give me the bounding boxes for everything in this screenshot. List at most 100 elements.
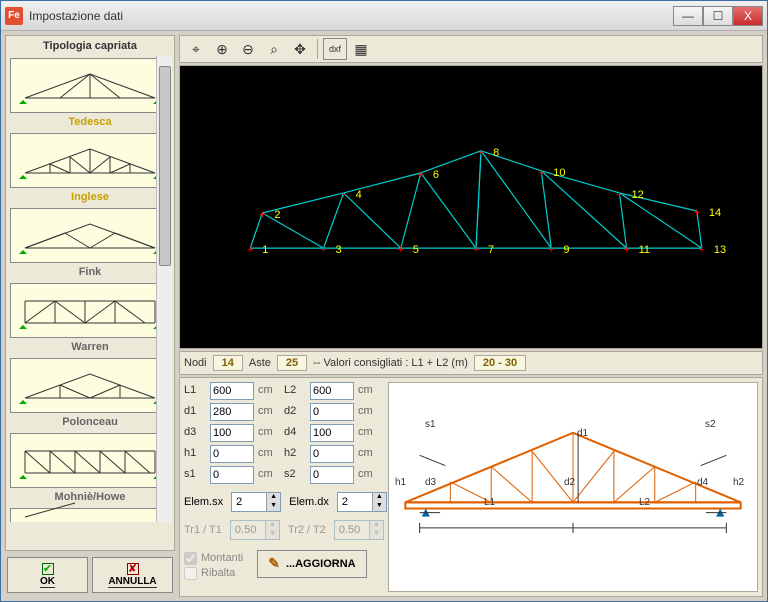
input-d4[interactable] bbox=[310, 424, 354, 442]
montanti-check: Montanti bbox=[184, 552, 243, 565]
svg-text:5: 5 bbox=[413, 244, 419, 256]
pan-icon[interactable]: ✥ bbox=[288, 38, 312, 60]
input-d3[interactable] bbox=[210, 424, 254, 442]
app-icon: Fe bbox=[5, 7, 23, 25]
svg-text:+: + bbox=[259, 209, 265, 221]
label-d2: d2 bbox=[284, 403, 306, 421]
truss-svg: +1+2+3+4+5+6+7+8+9+10+11+12+13+14 bbox=[180, 66, 762, 348]
svg-text:+: + bbox=[699, 244, 705, 256]
maximize-button[interactable]: ☐ bbox=[703, 6, 733, 26]
input-h2[interactable] bbox=[310, 445, 354, 463]
svg-text:14: 14 bbox=[709, 207, 721, 219]
svg-text:+: + bbox=[340, 189, 346, 201]
svg-text:9: 9 bbox=[563, 244, 569, 256]
left-panel-title: Tipologia capriata bbox=[8, 38, 172, 56]
svg-text:6: 6 bbox=[433, 169, 439, 181]
diag-s2: s2 bbox=[705, 419, 716, 430]
svg-text:+: + bbox=[418, 169, 424, 181]
unit-d4: cm bbox=[358, 424, 380, 442]
unit-d3: cm bbox=[258, 424, 280, 442]
tr1-spin: ▲▼ bbox=[230, 520, 280, 540]
svg-text:+: + bbox=[548, 244, 554, 256]
unit-L2: cm bbox=[358, 382, 380, 400]
diag-d3: d3 bbox=[425, 477, 436, 488]
zoom-out-icon[interactable]: ⊖ bbox=[236, 38, 260, 60]
svg-text:12: 12 bbox=[632, 189, 644, 201]
unit-s2: cm bbox=[358, 466, 380, 484]
label-L2: L2 bbox=[284, 382, 306, 400]
truss-caption: Polonceau bbox=[8, 415, 172, 431]
info-bar: Nodi 14 Aste 25 -- Valori consigliati : … bbox=[179, 351, 763, 375]
update-button[interactable]: ✎ ...AGGIORNA bbox=[257, 550, 366, 578]
svg-text:13: 13 bbox=[714, 244, 726, 256]
diag-d1: d1 bbox=[577, 428, 588, 439]
svg-text:+: + bbox=[616, 189, 622, 201]
truss-type-tedesca[interactable] bbox=[10, 58, 170, 113]
diag-d4: d4 bbox=[697, 477, 708, 488]
truss-type-inglese[interactable] bbox=[10, 133, 170, 188]
svg-text:10: 10 bbox=[553, 167, 565, 179]
zoom-in-icon[interactable]: ⊕ bbox=[210, 38, 234, 60]
scrollbar[interactable] bbox=[156, 56, 172, 522]
label-L1: L1 bbox=[184, 382, 206, 400]
truss-caption: Tedesca bbox=[8, 115, 172, 131]
minimize-button[interactable]: — bbox=[673, 6, 703, 26]
toolbar: ⌖⊕⊖⌕✥ dxf▦ bbox=[179, 35, 763, 63]
input-L1[interactable] bbox=[210, 382, 254, 400]
close-button[interactable]: X bbox=[733, 6, 763, 26]
svg-text:+: + bbox=[398, 244, 404, 256]
tr1-label: Tr1 / T1 bbox=[184, 524, 222, 536]
svg-text:4: 4 bbox=[356, 189, 362, 201]
cancel-button[interactable]: ✘ ANNULLA bbox=[92, 557, 173, 593]
save-image-icon[interactable]: ▦ bbox=[349, 38, 373, 60]
input-d2[interactable] bbox=[310, 403, 354, 421]
truss-canvas[interactable]: +1+2+3+4+5+6+7+8+9+10+11+12+13+14 bbox=[179, 65, 763, 349]
label-h2: h2 bbox=[284, 445, 306, 463]
tr2-spin: ▲▼ bbox=[334, 520, 384, 540]
truss-type-warren[interactable] bbox=[10, 283, 170, 338]
unit-h2: cm bbox=[358, 445, 380, 463]
truss-type-mohniè/howe[interactable] bbox=[10, 433, 170, 488]
window-title: Impostazione dati bbox=[29, 9, 673, 23]
nodes-label: Nodi bbox=[184, 357, 207, 369]
zoom-window-icon[interactable]: ⌕ bbox=[262, 38, 286, 60]
input-s1[interactable] bbox=[210, 466, 254, 484]
ribalta-check: Ribalta bbox=[184, 567, 243, 580]
elemsx-spin[interactable]: ▲▼ bbox=[231, 492, 281, 512]
diag-h2: h2 bbox=[733, 477, 744, 488]
svg-text:+: + bbox=[247, 244, 253, 256]
unit-d1: cm bbox=[258, 403, 280, 421]
unit-s1: cm bbox=[258, 466, 280, 484]
input-h1[interactable] bbox=[210, 445, 254, 463]
label-s2: s2 bbox=[284, 466, 306, 484]
diag-d2: d2 bbox=[564, 477, 575, 488]
unit-L1: cm bbox=[258, 382, 280, 400]
label-h1: h1 bbox=[184, 445, 206, 463]
scroll-thumb[interactable] bbox=[159, 66, 171, 266]
svg-text:11: 11 bbox=[639, 244, 650, 256]
svg-text:+: + bbox=[623, 244, 629, 256]
ok-button[interactable]: ✔ OK bbox=[7, 557, 88, 593]
zoom-extents-icon[interactable]: ⌖ bbox=[184, 38, 208, 60]
truss-type-fink[interactable] bbox=[10, 208, 170, 263]
truss-type-polonceau[interactable] bbox=[10, 358, 170, 413]
svg-text:7: 7 bbox=[488, 244, 494, 256]
unit-h1: cm bbox=[258, 445, 280, 463]
input-d1[interactable] bbox=[210, 403, 254, 421]
truss-caption: Inglese bbox=[8, 190, 172, 206]
save-dxf-icon[interactable]: dxf bbox=[323, 38, 347, 60]
truss-caption: Fink bbox=[8, 265, 172, 281]
svg-text:+: + bbox=[694, 207, 700, 219]
svg-text:+: + bbox=[320, 244, 326, 256]
input-L2[interactable] bbox=[310, 382, 354, 400]
svg-text:1: 1 bbox=[262, 244, 268, 256]
pencil-icon: ✎ bbox=[268, 555, 280, 572]
elemdx-spin[interactable]: ▲▼ bbox=[337, 492, 387, 512]
diag-L2: L2 bbox=[639, 497, 650, 508]
truss-type-partial[interactable] bbox=[10, 508, 170, 522]
param-diagram: L1 L2 d1 d2 d3 d4 h1 h2 s1 s2 bbox=[388, 382, 758, 592]
input-s2[interactable] bbox=[310, 466, 354, 484]
check-icon: ✔ bbox=[42, 563, 54, 575]
diag-L1: L1 bbox=[484, 497, 495, 508]
truss-caption: Warren bbox=[8, 340, 172, 356]
